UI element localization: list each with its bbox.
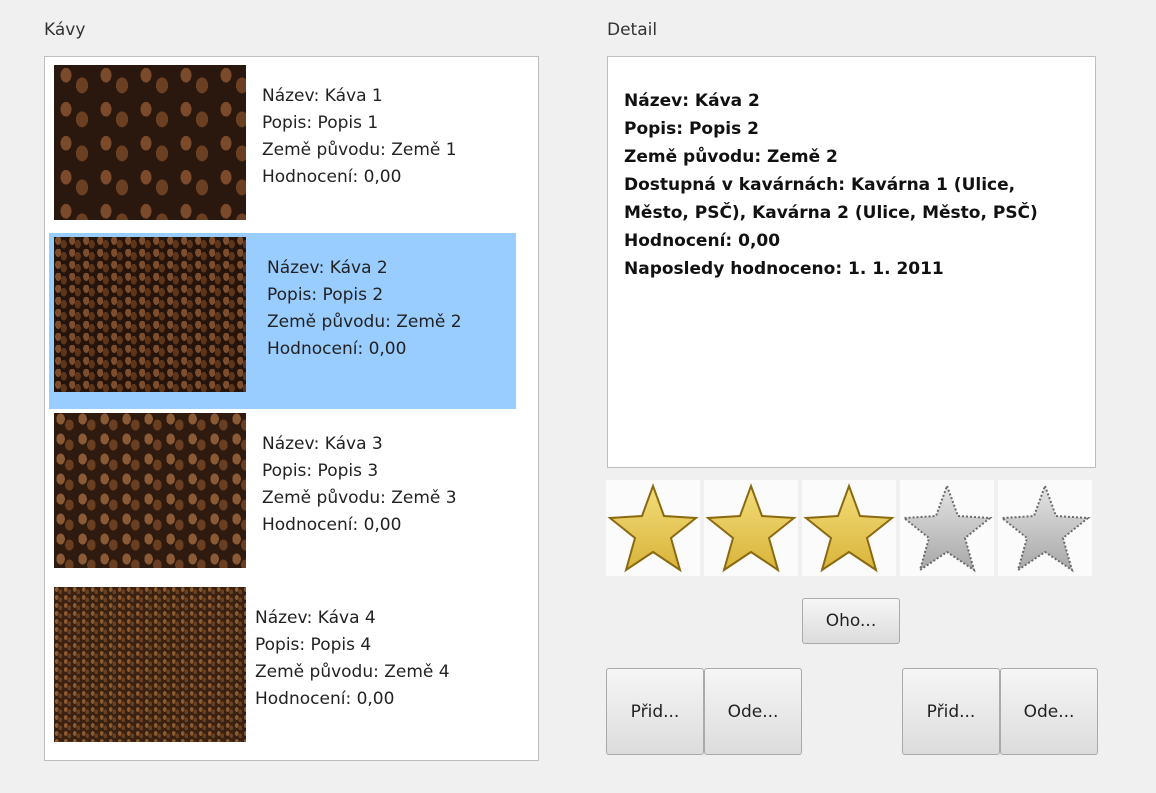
coffee-origin: Země původu: Země 1 (262, 140, 457, 160)
coffee-beans-image (54, 237, 246, 392)
coffee-rating: Hodnocení: 0,00 (262, 515, 402, 535)
list-item-coffee-1[interactable]: Název: Káva 1 Popis: Popis 1 Země původu… (49, 61, 516, 233)
coffee-rating: Hodnocení: 0,00 (267, 339, 407, 359)
detail-name: Název: Káva 2 (624, 91, 760, 111)
coffee-description: Popis: Popis 1 (262, 113, 379, 133)
add-cafe-button[interactable]: Přid... (902, 668, 1000, 755)
coffee-beans-image (54, 587, 246, 742)
add-coffee-button[interactable]: Přid... (606, 668, 704, 755)
detail-last-rated: Naposledy hodnoceno: 1. 1. 2011 (624, 259, 944, 279)
coffee-beans-image (54, 413, 246, 568)
coffee-rating: Hodnocení: 0,00 (255, 689, 395, 709)
remove-coffee-button[interactable]: Ode... (704, 668, 802, 755)
coffee-name: Název: Káva 4 (255, 608, 376, 628)
detail-description: Popis: Popis 2 (624, 119, 759, 139)
coffee-origin: Země původu: Země 4 (255, 662, 450, 682)
coffee-origin: Země původu: Země 3 (262, 488, 457, 508)
coffee-origin: Země původu: Země 2 (267, 312, 462, 332)
star-empty-icon[interactable] (998, 480, 1092, 576)
coffees-label: Kávy (44, 20, 86, 40)
coffee-name: Název: Káva 1 (262, 86, 383, 106)
oho-button[interactable]: Oho... (802, 598, 900, 644)
star-filled-icon[interactable] (606, 480, 700, 576)
coffee-name: Název: Káva 2 (267, 258, 388, 278)
detail-panel: Název: Káva 2 Popis: Popis 2 Země původu… (607, 56, 1096, 468)
star-rating[interactable] (606, 480, 1092, 576)
remove-cafe-button[interactable]: Ode... (1000, 668, 1098, 755)
detail-rating: Hodnocení: 0,00 (624, 231, 781, 251)
star-empty-icon[interactable] (900, 480, 994, 576)
coffee-description: Popis: Popis 2 (267, 285, 384, 305)
detail-availability: Dostupná v kavárnách: Kavárna 1 (Ulice, … (624, 175, 1038, 223)
list-item-coffee-2[interactable]: Název: Káva 2 Popis: Popis 2 Země původu… (49, 233, 516, 409)
coffee-description: Popis: Popis 3 (262, 461, 379, 481)
detail-label: Detail (607, 20, 658, 40)
detail-origin: Země původu: Země 2 (624, 147, 838, 167)
star-filled-icon[interactable] (704, 480, 798, 576)
coffee-list[interactable]: Název: Káva 1 Popis: Popis 1 Země původu… (44, 56, 539, 761)
coffee-description: Popis: Popis 4 (255, 635, 372, 655)
coffee-beans-image (54, 65, 246, 220)
coffee-name: Název: Káva 3 (262, 434, 383, 454)
star-filled-icon[interactable] (802, 480, 896, 576)
coffee-rating: Hodnocení: 0,00 (262, 167, 402, 187)
list-item-coffee-4[interactable]: Název: Káva 4 Popis: Popis 4 Země původu… (49, 583, 516, 755)
list-item-coffee-3[interactable]: Název: Káva 3 Popis: Popis 3 Země původu… (49, 409, 516, 581)
